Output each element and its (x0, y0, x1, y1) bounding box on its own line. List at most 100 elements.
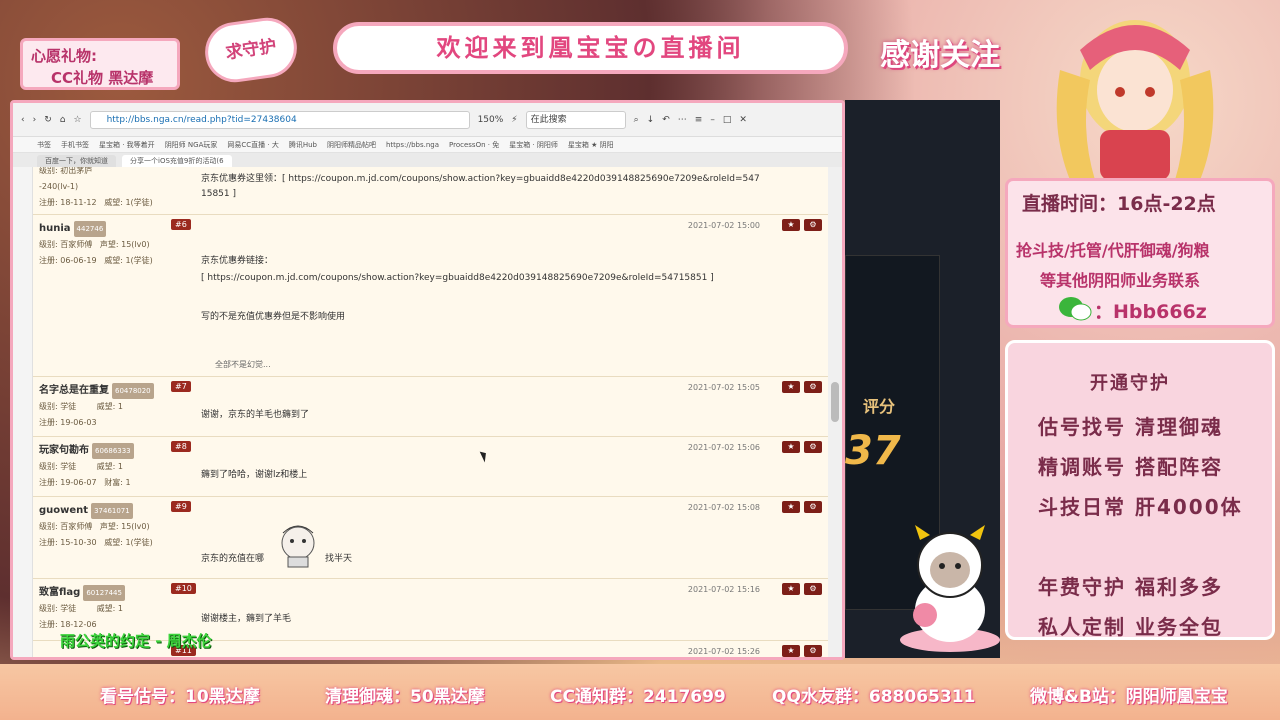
bookmark-item[interactable]: 星宝箱 · 阴阳师 (509, 140, 558, 150)
menu-icon[interactable]: ≡ (695, 115, 703, 125)
tab-nga-thread[interactable]: 分享一个iOS充值9折的活动(6 (122, 155, 232, 167)
maximize-icon[interactable]: □ (723, 115, 732, 125)
bookmark-item[interactable]: 腾讯Hub (289, 140, 317, 150)
post-text: 谢谢，京东的羊毛也薅到了 (201, 410, 310, 420)
user-info: 致富flag 60127445 级别: 学徒 威望: 1 注册: 18-12-06 (39, 585, 189, 633)
post-settings-button[interactable]: ⚙ (804, 501, 822, 513)
bookmarks-bar: 书签 手机书签 星宝箱 · 我等着开 阴阳师 NGA玩家 网易CC直播 · 大 … (13, 137, 842, 153)
post-settings-button[interactable]: ⚙ (804, 381, 822, 393)
post-date: 2021-07-02 15:05 (687, 383, 760, 392)
post-link[interactable]: [ https://coupon.m.jd.com/coupons/show.a… (201, 273, 714, 283)
user-info: 名字总是在重复 60478020 级别: 学徒 威望: 1 注册: 19-06-0… (39, 383, 189, 431)
bottom-item: 看号估号：10黑达摩 (100, 687, 260, 707)
post-date: 2021-07-02 15:08 (687, 503, 760, 512)
username[interactable]: 名字总是在重复 (39, 385, 109, 396)
bookmark-item[interactable]: 星宝箱 ★ 阴阳 (568, 140, 614, 150)
minimize-icon[interactable]: – (710, 115, 715, 125)
user-info: 玩家句勘布 60686333 级别: 学徒 威望: 1 注册: 19-06-07 … (39, 443, 189, 491)
post-row: 级别: 初出茅庐 -240(lv-1) 注册: 18-11-12 威望: 1(学… (33, 167, 828, 215)
forward-icon[interactable]: › (33, 115, 37, 125)
username[interactable]: 致富flag (39, 587, 80, 598)
post-text: 找半天 (325, 554, 353, 564)
post-star-button[interactable]: ★ (782, 219, 800, 231)
post-row: 玩家句勘布 60686333 级别: 学徒 威望: 1 注册: 19-06-07 … (33, 439, 828, 497)
post-date: 2021-07-02 15:16 (687, 585, 760, 594)
scrollbar[interactable] (828, 167, 842, 657)
bookmark-item[interactable]: 阴阳师 NGA玩家 (165, 140, 218, 150)
floor-number: #9 (171, 501, 191, 512)
undo-icon[interactable]: ↶ (662, 115, 670, 125)
home-icon[interactable]: ⌂ (60, 115, 66, 125)
bookmark-item[interactable]: 手机书签 (61, 140, 89, 150)
post-settings-button[interactable]: ⚙ (804, 583, 822, 595)
bottom-item: CC通知群：2417699 (550, 687, 726, 707)
score-value: 37 (845, 428, 901, 474)
live-time: 直播时间：16点-22点 (1022, 193, 1216, 215)
user-rep: -240(lv-1) (39, 182, 79, 191)
user-reg: 注册: 19-06-03 (39, 418, 97, 427)
username[interactable]: 玩家句勘布 (39, 445, 89, 456)
post-signature: 全部不是幻觉... (215, 360, 271, 369)
username[interactable]: hunia (39, 223, 71, 234)
more-icon[interactable]: ⋯ (678, 115, 687, 125)
floor-number: #6 (171, 219, 191, 230)
offer-line: 斗技日常 肝4000体 (1038, 495, 1243, 519)
bookmark-item[interactable]: 网易CC直播 · 大 (227, 140, 278, 150)
wechat-icon (1059, 297, 1092, 321)
wish-title: 心愿礼物: (31, 47, 97, 65)
anime-girl-avatar-icon (1056, 20, 1214, 180)
post-text[interactable]: 15851 ] (201, 189, 236, 199)
browser-toolbar: ‹ › ↻ ⌂ ☆ http://bbs.nga.cn/read.php?tid… (13, 103, 842, 137)
emoji-sticker-icon (281, 525, 315, 568)
close-icon[interactable]: ✕ (739, 115, 747, 125)
lightning-icon[interactable]: ⚡ (511, 115, 517, 125)
tab-strip: 百度一下，你就知道 分享一个iOS充值9折的活动(6 (13, 153, 842, 167)
zoom-level[interactable]: 150% (478, 115, 504, 125)
post-text: 京东优惠券链接： (201, 256, 274, 266)
star-icon[interactable]: ☆ (73, 115, 81, 125)
address-bar[interactable]: http://bbs.nga.cn/read.php?tid=27438604 (89, 110, 470, 129)
search-input[interactable]: 在此搜索 (525, 110, 626, 129)
bookmark-item[interactable]: 书签 (37, 140, 51, 150)
post-text[interactable]: 京东优惠券这里领：[ https://coupon.m.jd.com/coupo… (201, 171, 760, 184)
thread-content: 级别: 初出茅庐 -240(lv-1) 注册: 18-11-12 威望: 1(学… (33, 167, 828, 657)
now-playing-song: 雨公英的约定 - 周杰伦 (60, 632, 212, 650)
user-level: 级别: 初出茅庐 (39, 167, 93, 175)
post-date: 2021-07-02 15:06 (687, 443, 760, 452)
bookmark-item[interactable]: 星宝箱 · 我等着开 (99, 140, 155, 150)
post-settings-button[interactable]: ⚙ (804, 645, 822, 657)
refresh-icon[interactable]: ↻ (44, 115, 52, 125)
scrollbar-thumb[interactable] (831, 382, 839, 422)
offer-line: 私人定制 业务全包 (1038, 615, 1223, 639)
post-star-button[interactable]: ★ (782, 381, 800, 393)
post-date: 2021-07-02 15:00 (687, 221, 760, 230)
user-wei: 威望: 1(学徒) (104, 198, 153, 207)
username[interactable]: guowent (39, 505, 88, 516)
bookmark-item[interactable]: ProcessOn · 免 (449, 140, 499, 150)
user-reg: 注册: 15-10-30 威望: 1(学徒) (39, 538, 153, 547)
welcome-banner: 欢迎来到凰宝宝の直播间 (333, 22, 848, 74)
tab-baidu[interactable]: 百度一下，你就知道 (37, 155, 116, 167)
bookmark-item[interactable]: https://bbs.nga (386, 141, 439, 149)
post-settings-button[interactable]: ⚙ (804, 441, 822, 453)
open-guard-title: 开通守护 (1090, 373, 1170, 394)
post-star-button[interactable]: ★ (782, 441, 800, 453)
user-id: 442746 (73, 221, 107, 237)
services-line2: 等其他阴阳师业务联系 (1040, 271, 1201, 290)
post-settings-button[interactable]: ⚙ (804, 219, 822, 231)
search-icon[interactable]: ⌕ (634, 115, 639, 125)
post-star-button[interactable]: ★ (782, 583, 800, 595)
user-reg: 注册: 06-06-19 威望: 1(学徒) (39, 256, 153, 265)
wish-gift-box: 心愿礼物: CC礼物 黑达摩 (20, 38, 180, 90)
post-star-button[interactable]: ★ (782, 501, 800, 513)
download-icon[interactable]: ↓ (647, 115, 655, 125)
wish-item: CC礼物 黑达摩 (51, 69, 154, 87)
bottom-item: 微博&B站：阴阳师凰宝宝 (1030, 687, 1228, 707)
bookmark-item[interactable]: 阴阳师精品帖吧 (327, 140, 376, 150)
back-icon[interactable]: ‹ (21, 115, 25, 125)
info-panel: 直播时间：16点-22点 抢斗技/托管/代肝御魂/狗粮 等其他阴阳师业务联系 ：… (1005, 178, 1275, 328)
post-star-button[interactable]: ★ (782, 645, 800, 657)
browser-window: ‹ › ↻ ⌂ ☆ http://bbs.nga.cn/read.php?tid… (10, 100, 845, 660)
post-text: 谢谢楼主，薅到了羊毛 (201, 614, 292, 624)
offer-line: 估号找号 清理御魂 (1038, 415, 1223, 439)
